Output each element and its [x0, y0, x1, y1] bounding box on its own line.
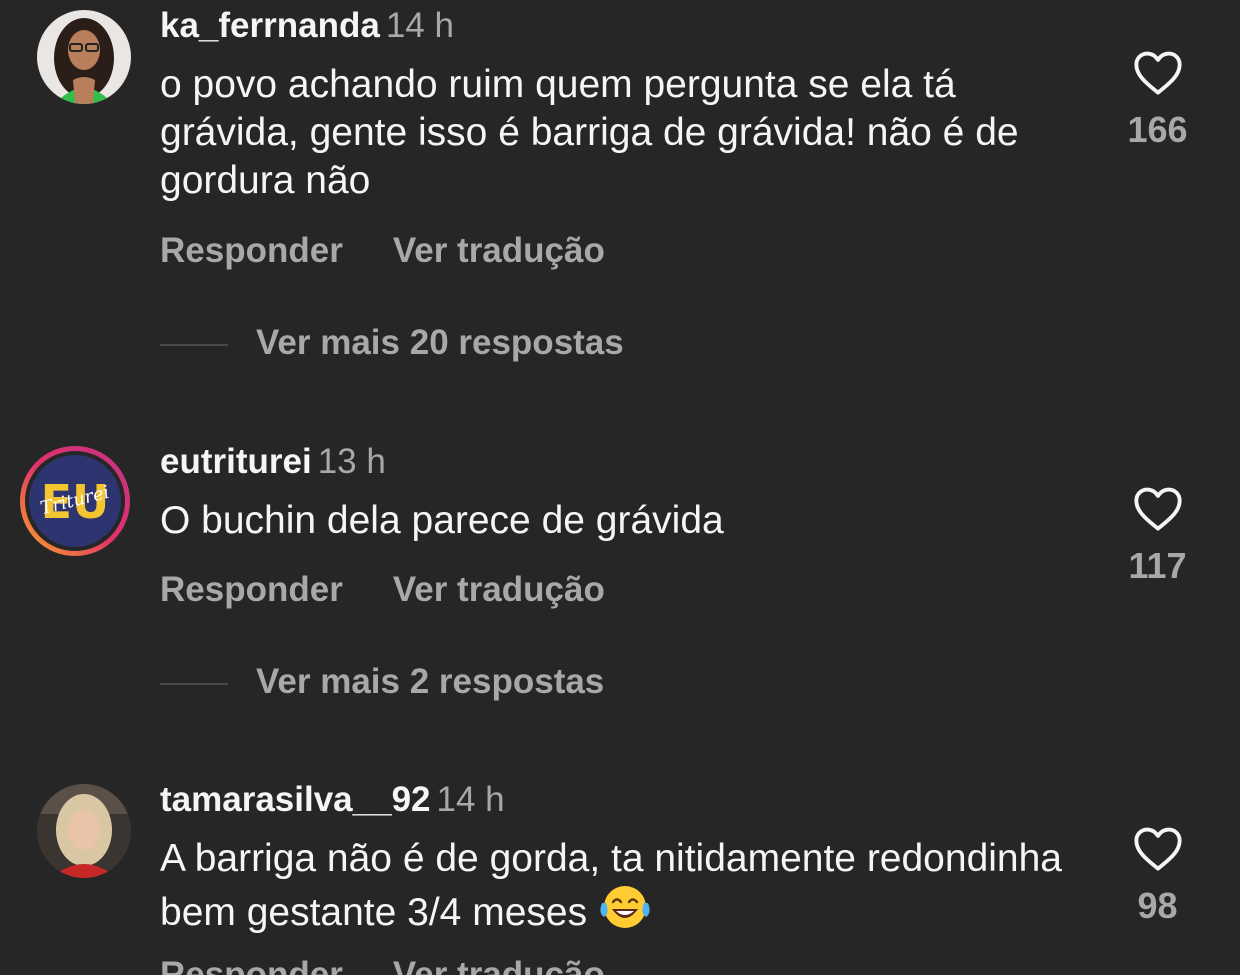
view-more-replies-label: Ver mais 2 respostas — [256, 662, 605, 701]
like-button[interactable]: 166 — [1110, 48, 1205, 150]
divider — [160, 343, 228, 346]
heart-outline-icon[interactable] — [1132, 484, 1184, 532]
reply-button[interactable]: Responder — [160, 570, 343, 610]
timestamp: 13 h — [317, 442, 386, 481]
comments-screen: ka_ferrnanda 14 h o povo achando ruim que… — [0, 0, 1240, 975]
username[interactable]: tamarasilva__92 — [160, 780, 431, 819]
timestamp: 14 h — [385, 6, 454, 45]
translate-button[interactable]: Ver tradução — [393, 955, 605, 975]
comment-text-wrap: A barriga não é de gorda, ta nitidamente… — [160, 835, 1070, 943]
avatar[interactable] — [37, 10, 131, 104]
avatar[interactable] — [37, 784, 131, 878]
translate-button[interactable]: Ver tradução — [393, 570, 605, 610]
timestamp: 14 h — [436, 780, 505, 819]
view-more-replies[interactable]: Ver mais 2 respostas — [160, 662, 604, 702]
like-button[interactable]: 98 — [1110, 824, 1205, 926]
username[interactable]: ka_ferrnanda — [160, 6, 380, 45]
comment-text: O buchin dela parece de grávida — [160, 499, 724, 542]
like-count: 166 — [1127, 109, 1188, 150]
like-count: 98 — [1137, 885, 1178, 926]
comment-text: o povo achando ruim quem pergunta se ela… — [160, 63, 1019, 202]
avatar[interactable]: EU Triturei — [18, 444, 132, 558]
like-button[interactable]: 117 — [1110, 484, 1205, 586]
heart-outline-icon[interactable] — [1132, 48, 1184, 96]
translate-button[interactable]: Ver tradução — [393, 231, 605, 271]
reply-button[interactable]: Responder — [160, 955, 343, 975]
username[interactable]: eutriturei — [160, 442, 312, 481]
view-more-replies[interactable]: Ver mais 20 respostas — [160, 323, 624, 363]
divider — [160, 682, 228, 685]
like-count: 117 — [1128, 545, 1187, 586]
heart-outline-icon[interactable] — [1132, 824, 1184, 872]
reply-button[interactable]: Responder — [160, 231, 343, 271]
view-more-replies-label: Ver mais 20 respostas — [256, 323, 624, 362]
laughing-tears-emoji — [598, 883, 652, 943]
